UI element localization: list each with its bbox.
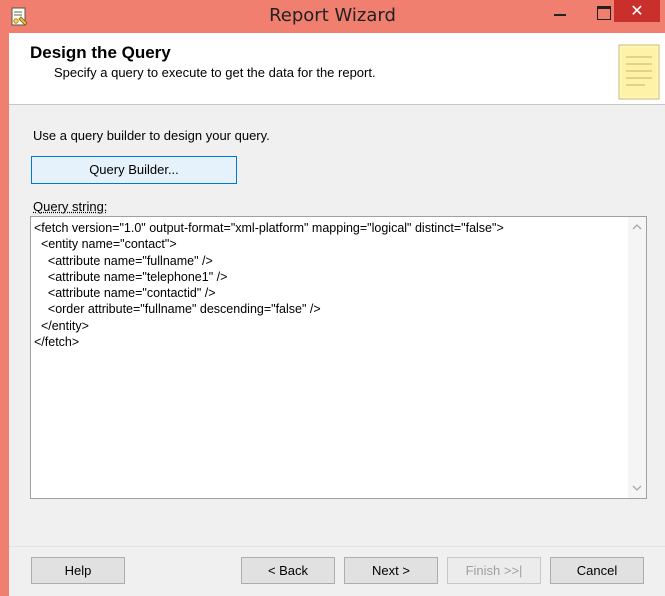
finish-label: Finish >>|	[465, 563, 523, 578]
cancel-button[interactable]: Cancel	[550, 557, 644, 584]
query-builder-button[interactable]: Query Builder...	[31, 156, 237, 184]
chevron-down-icon[interactable]	[632, 484, 642, 492]
query-builder-label: Query Builder...	[89, 162, 179, 177]
query-string-content: <fetch version="1.0" output-format="xml-…	[34, 221, 504, 350]
minimize-button[interactable]	[540, 0, 580, 24]
back-label: < Back	[267, 563, 309, 578]
notepad-icon	[618, 44, 660, 100]
help-button[interactable]: Help	[31, 557, 125, 584]
query-string-label: Query string:	[33, 199, 108, 214]
next-label: Next >	[372, 563, 410, 578]
title-bar[interactable]: Report Wizard ✕	[0, 0, 665, 33]
chevron-up-icon[interactable]	[632, 223, 642, 231]
vertical-scrollbar[interactable]	[628, 217, 646, 498]
footer-divider	[9, 546, 665, 547]
query-string-textarea[interactable]: <fetch version="1.0" output-format="xml-…	[30, 216, 647, 499]
back-button[interactable]: < Back	[241, 557, 335, 584]
cancel-label: Cancel	[576, 563, 618, 578]
wizard-header: Design the Query Specify a query to exec…	[9, 33, 665, 105]
page-title: Design the Query	[30, 43, 171, 62]
help-label: Help	[64, 563, 92, 578]
close-icon: ✕	[630, 1, 644, 20]
instruction-text: Use a query builder to design your query…	[33, 128, 270, 143]
close-button[interactable]: ✕	[614, 0, 660, 22]
next-button[interactable]: Next >	[344, 557, 438, 584]
wizard-body: Design the Query Specify a query to exec…	[9, 33, 665, 596]
finish-button[interactable]: Finish >>|	[447, 557, 541, 584]
page-subtitle: Specify a query to execute to get the da…	[54, 65, 376, 80]
